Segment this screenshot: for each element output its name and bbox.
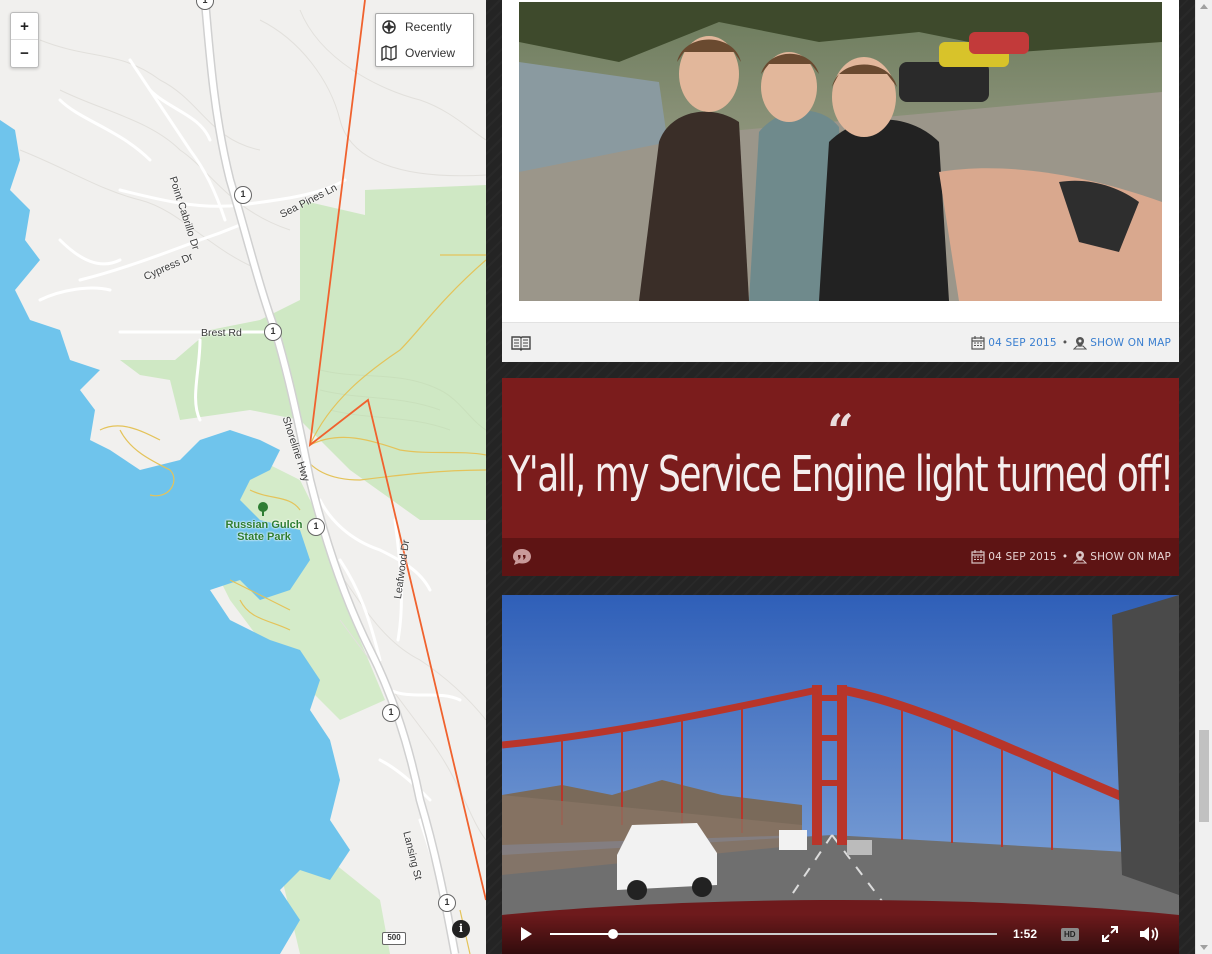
map-icon xyxy=(381,45,397,61)
park-label-russian-gulch[interactable]: Russian Gulch State Park xyxy=(220,519,308,543)
video-post-card: 1:52 HD xyxy=(502,595,1179,954)
speech-bubble-icon[interactable] xyxy=(511,548,533,566)
map-tiles[interactable] xyxy=(0,0,486,954)
feed-panel[interactable]: 04 SEP 2015 • SHOW ON MAP “ Y'all, my Se… xyxy=(486,0,1212,954)
photo-post-date: 04 SEP 2015 xyxy=(988,336,1057,349)
road-label-brest: Brest Rd xyxy=(201,327,242,339)
volume-icon[interactable] xyxy=(1139,925,1161,943)
route-shield-1: 1 xyxy=(234,186,252,204)
route-shield-1: 1 xyxy=(438,894,456,912)
video-controls: 1:52 HD xyxy=(502,914,1179,954)
photo-post-footer: 04 SEP 2015 • SHOW ON MAP xyxy=(502,322,1179,362)
play-icon[interactable] xyxy=(518,926,534,942)
map-pin-icon xyxy=(1073,336,1088,349)
quote-post-show-on-map-link[interactable]: SHOW ON MAP xyxy=(1090,551,1171,563)
page-scrollbar[interactable] xyxy=(1195,0,1212,954)
app-window: Point Cabrillo Dr Sea Pines Ln Cypress D… xyxy=(0,0,1212,954)
quote-post-meta: 04 SEP 2015 • SHOW ON MAP xyxy=(971,550,1171,564)
layer-label-recently: Recently xyxy=(405,20,452,34)
quote-post-date: 04 SEP 2015 xyxy=(988,551,1057,563)
video-progress-handle[interactable] xyxy=(607,929,618,939)
route-shield-1: 1 xyxy=(307,518,325,536)
layer-control: Recently Overview xyxy=(375,13,474,67)
scroll-up-arrow-icon[interactable] xyxy=(1200,4,1208,9)
zoom-in-button[interactable]: + xyxy=(11,13,38,40)
video-frame[interactable] xyxy=(502,595,1179,954)
route-shield-1: 1 xyxy=(264,323,282,341)
scrollbar-thumb[interactable] xyxy=(1199,729,1209,822)
selfie-photo[interactable] xyxy=(519,2,1162,301)
video-progress-bar[interactable] xyxy=(550,929,997,939)
map-panel[interactable]: Point Cabrillo Dr Sea Pines Ln Cypress D… xyxy=(0,0,486,954)
layer-label-overview: Overview xyxy=(405,46,456,60)
meta-separator: • xyxy=(1061,336,1069,349)
meta-separator: • xyxy=(1061,551,1069,563)
map-pin-icon xyxy=(1073,551,1088,564)
compass-icon xyxy=(382,20,396,34)
route-shield-1: 1 xyxy=(382,704,400,722)
zoom-control: + − xyxy=(10,12,39,68)
fullscreen-icon[interactable] xyxy=(1101,925,1119,943)
layer-option-overview[interactable]: Overview xyxy=(376,40,473,66)
scroll-down-arrow-icon[interactable] xyxy=(1200,945,1208,950)
layer-option-recently[interactable]: Recently xyxy=(376,14,473,40)
video-time: 1:52 xyxy=(1013,927,1038,941)
photo-post-card: 04 SEP 2015 • SHOW ON MAP xyxy=(502,0,1179,362)
photo-post-show-on-map-link[interactable]: SHOW ON MAP xyxy=(1090,337,1171,349)
quote-post-card: “ Y'all, my Service Engine light turned … xyxy=(502,378,1179,576)
route-shield-500: 500 xyxy=(382,932,406,945)
calendar-icon xyxy=(971,550,985,564)
quote-text: Y'all, my Service Engine light turned of… xyxy=(508,448,1174,504)
photo-post-meta: 04 SEP 2015 • SHOW ON MAP xyxy=(971,335,1171,350)
map-info-button[interactable]: i xyxy=(452,920,470,938)
video-progress-fill xyxy=(550,933,613,935)
quote-post-footer: 04 SEP 2015 • SHOW ON MAP xyxy=(502,538,1179,576)
calendar-icon xyxy=(971,335,985,350)
zoom-out-button[interactable]: − xyxy=(11,40,38,67)
hd-toggle[interactable]: HD xyxy=(1061,927,1079,941)
book-icon[interactable] xyxy=(511,335,531,351)
